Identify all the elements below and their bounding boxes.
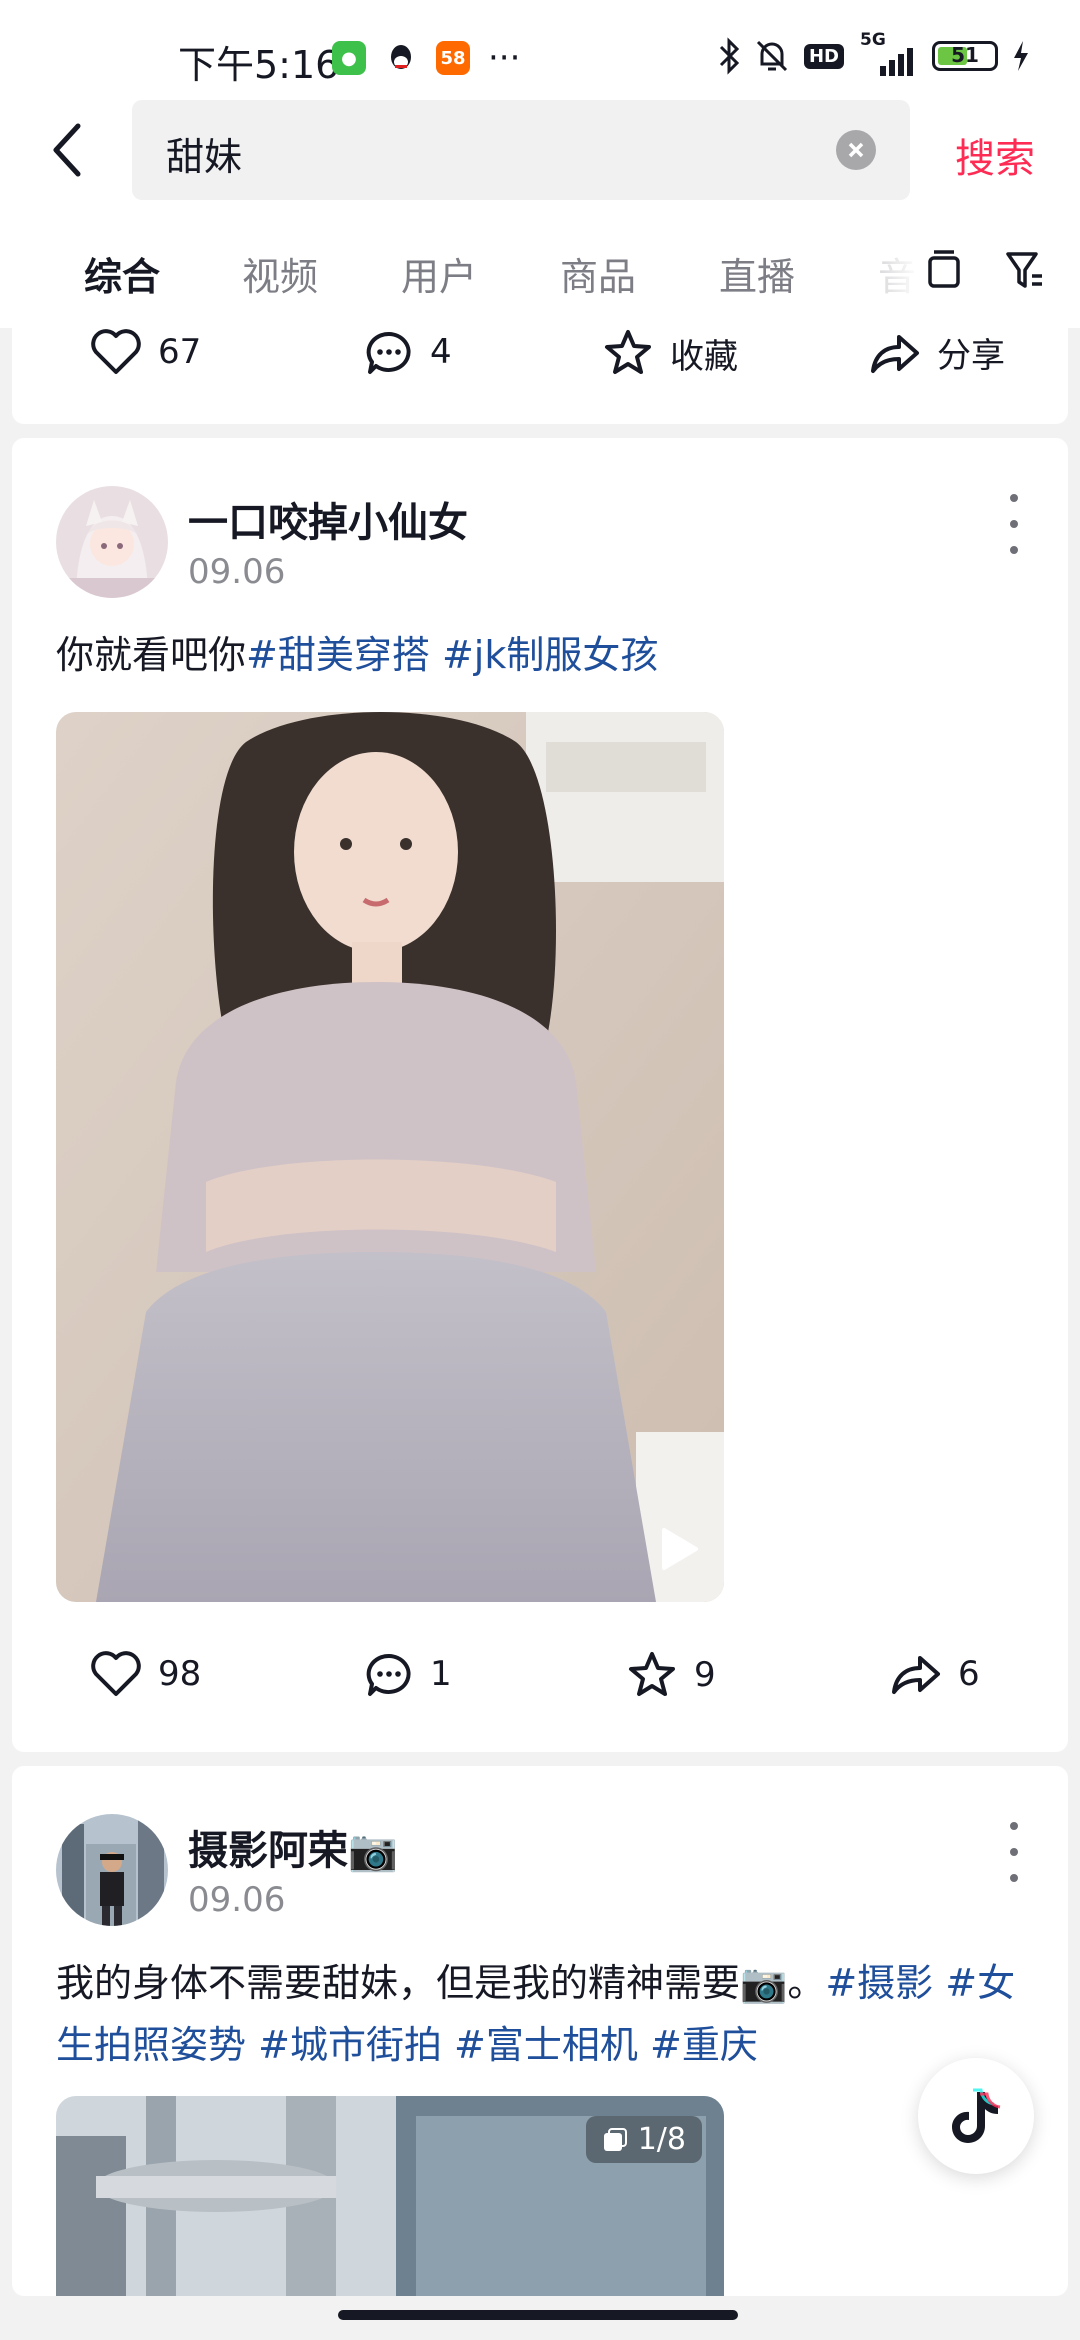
post-caption: 我的身体不需要甜妹，但是我的精神需要📷。#摄影 #女生拍照姿势 #城市街拍 #富… [56,1952,1024,2076]
share-button[interactable]: 6 [888,1650,980,1698]
back-arrow-icon [53,123,81,177]
search-button[interactable]: 搜索 [955,126,1035,184]
author-name[interactable]: 摄影阿荣📷 [188,1818,398,1876]
like-count: 98 [158,1654,202,1694]
more-options-icon[interactable] [1006,1822,1022,1882]
tab-live[interactable]: 直播 [719,246,795,301]
comment-count: 4 [430,332,452,372]
comment-button[interactable]: 1 [364,1650,452,1698]
like-button[interactable]: 67 [90,328,201,376]
more-options-icon[interactable] [1006,494,1022,554]
wechat-app-icon: ● [332,41,366,75]
status-right: HD 5G 51 [718,30,1030,76]
more-notifications-icon: ··· [488,38,521,78]
share-icon [892,1656,940,1694]
battery-level: 51 [951,43,979,67]
favorite-count: 9 [694,1655,716,1695]
search-input[interactable]: 甜妹 [132,100,910,200]
share-count: 6 [958,1654,980,1694]
favorite-button[interactable]: 收藏 [602,328,738,378]
star-icon [629,1652,675,1696]
post-caption: 你就看吧你#甜美穿搭 #jk制服女孩 [56,624,1024,686]
heart-icon [91,329,141,374]
hashtag-link[interactable]: #城市街拍 [258,2023,442,2067]
tab-video[interactable]: 视频 [242,246,318,301]
search-header: 甜妹 搜索 [0,100,1080,210]
tab-users[interactable]: 用户 [401,246,477,301]
hashtag-link[interactable]: #重庆 [650,2023,758,2067]
tabs-bar: 综合 视频 用户 商品 直播 音 [0,210,1080,328]
post-card[interactable]: 摄影阿荣📷 09.06 我的身体不需要甜妹，但是我的精神需要📷。#摄影 #女生拍… [12,1766,1068,2296]
tab-all[interactable]: 综合 [84,246,160,301]
avatar[interactable] [56,1814,168,1926]
post-card[interactable]: 一口咬掉小仙女 09.06 你就看吧你#甜美穿搭 #jk制服女孩 98 1 9 … [12,438,1068,1752]
comment-count: 1 [430,1654,452,1694]
video-thumbnail[interactable] [56,712,724,1602]
tab-products[interactable]: 商品 [560,246,636,301]
hashtag-link[interactable]: #富士相机 [454,2023,638,2067]
close-icon [848,142,864,158]
heart-icon [91,1651,141,1696]
status-time: 下午5:16 [178,43,340,87]
image-thumbnail[interactable]: 1/8 [56,2096,724,2296]
layout-toggle-icon[interactable] [924,248,964,292]
douyin-logo-icon [952,2088,1001,2143]
share-button[interactable]: 分享 [867,328,1005,377]
share-label: 分享 [937,336,1005,376]
previous-post-card: 67 4 收藏 分享 [12,328,1068,424]
mute-bell-icon [756,40,788,72]
hd-badge: HD [803,43,844,69]
avatar[interactable] [56,486,168,598]
comment-icon [366,331,411,374]
hashtag-link[interactable]: #jk制服女孩 [442,633,658,677]
douyin-floating-button[interactable] [918,2058,1034,2174]
caption-text: 我的身体不需要甜妹，但是我的精神需要📷。 [56,1961,826,2005]
post-date: 09.06 [188,1880,286,1920]
home-indicator[interactable] [338,2310,738,2320]
filter-icon[interactable] [1004,248,1046,292]
status-app-icons: ● 58 ··· [332,38,520,78]
page-indicator-text: 1/8 [637,2122,686,2157]
like-button[interactable]: 98 [90,1650,201,1698]
qq-app-icon [384,41,418,75]
back-button[interactable] [48,120,108,190]
clear-search-button[interactable] [836,130,876,170]
favorite-button[interactable]: 9 [626,1650,716,1700]
post-date: 09.06 [188,552,286,592]
author-name[interactable]: 一口咬掉小仙女 [188,490,468,548]
comment-button[interactable]: 4 [364,328,452,376]
page-indicator: 1/8 [585,2116,702,2163]
like-count: 67 [158,332,202,372]
battery-icon: 51 [932,41,998,71]
comment-icon [366,1653,411,1696]
favorite-label: 收藏 [670,336,738,377]
hashtag-link[interactable]: #摄影 [825,1961,933,2005]
share-icon [871,334,919,373]
app-58-icon: 58 [436,41,470,75]
tab-fade [860,210,920,328]
star-icon [605,330,651,374]
hashtag-link[interactable]: #甜美穿搭 [246,633,430,677]
charging-icon [1014,41,1028,71]
search-query: 甜妹 [166,135,243,179]
bluetooth-icon [719,37,740,75]
multi-image-icon [603,2127,627,2151]
caption-text: 你就看吧你 [56,633,247,677]
play-icon [662,1528,698,1570]
signal-icon: 5G [858,30,918,76]
status-bar: 下午5:16 ● 58 ··· HD 5G 51 [0,0,1080,100]
